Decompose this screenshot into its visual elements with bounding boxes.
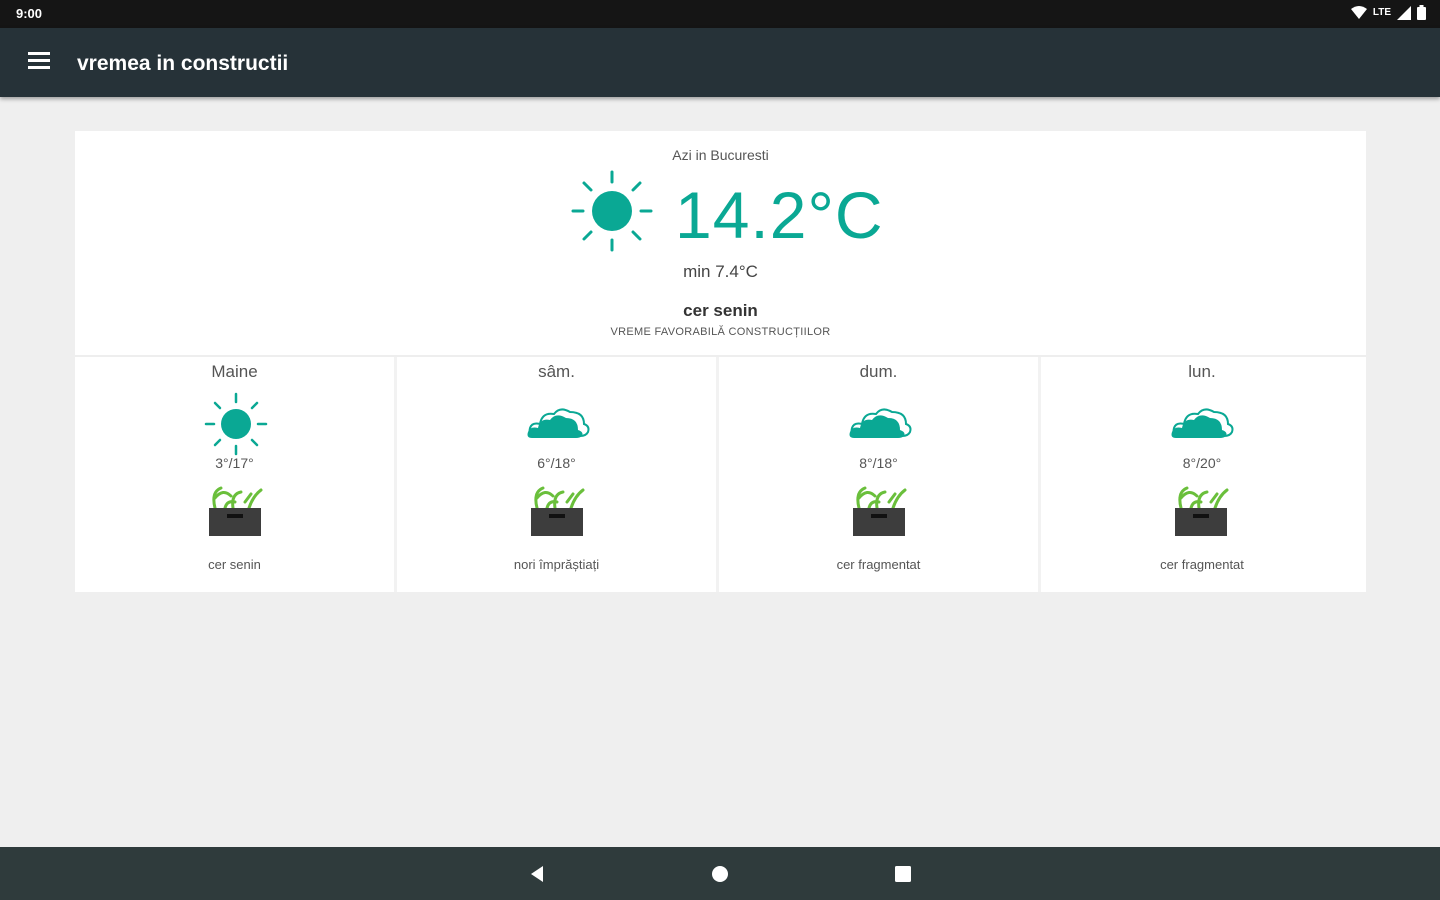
forecast-day-name: dum. (859, 362, 898, 381)
home-icon[interactable] (709, 863, 731, 885)
forecast-day[interactable]: Maine 3°/17° cer senin (75, 357, 397, 592)
navigation-bar (0, 847, 1440, 900)
cloud-icon (527, 408, 590, 438)
sun-icon (204, 392, 268, 456)
forecast-list: Maine 3°/17° cer senin sâm. 6°/18° nori … (75, 357, 1366, 592)
forecast-temperature-range: 8°/20° (1182, 455, 1222, 471)
forecast-day-name: sâm. (538, 362, 575, 381)
plant-box-icon (209, 486, 263, 536)
signal-icon (1397, 5, 1411, 20)
app-bar: vremea in constructii (0, 28, 1440, 97)
current-condition: cer senin (683, 301, 758, 320)
forecast-description: cer fragmentat (836, 557, 921, 572)
status-time: 9:00 (16, 6, 43, 21)
cloud-icon (849, 408, 912, 438)
today-section: Azi in Bucuresti 14.2°C min 7.4°C cer se… (75, 131, 1366, 357)
status-bar: 9:00 LTE (0, 0, 1440, 28)
weather-card: Azi in Bucuresti 14.2°C min 7.4°C cer se… (75, 131, 1366, 592)
forecast-day-name: lun. (1188, 362, 1216, 381)
forecast-description: cer fragmentat (1160, 557, 1244, 572)
min-temperature: min 7.4°C (683, 262, 758, 281)
current-temperature: 14.2°C (675, 178, 884, 252)
recents-icon[interactable] (892, 863, 914, 885)
construction-verdict: VREME FAVORABILĂ CONSTRUCȚIILOR (610, 326, 831, 338)
forecast-temperature-range: 8°/18° (859, 455, 898, 471)
forecast-temperature-range: 3°/17° (215, 455, 254, 471)
forecast-day[interactable]: dum. 8°/18° cer fragmentat (719, 357, 1041, 592)
forecast-description: nori împrăștiați (513, 557, 600, 572)
forecast-day-name: Maine (211, 362, 258, 381)
status-icons: LTE (1350, 5, 1426, 20)
hamburger-menu-icon[interactable] (28, 52, 54, 74)
plant-box-icon (853, 486, 907, 536)
forecast-temperature-range: 6°/18° (537, 455, 576, 471)
back-icon[interactable] (527, 863, 549, 885)
app-title: vremea in constructii (77, 52, 289, 75)
sun-icon (571, 170, 653, 252)
network-type: LTE (1372, 7, 1391, 18)
forecast-day[interactable]: sâm. 6°/18° nori împrăștiați (397, 357, 719, 592)
plant-box-icon (531, 486, 585, 536)
forecast-day[interactable]: lun. 8°/20° cer fragmentat (1041, 357, 1363, 592)
cloud-icon (1171, 408, 1234, 438)
wifi-icon (1350, 5, 1367, 19)
forecast-description: cer senin (208, 557, 261, 572)
battery-icon (1417, 5, 1426, 20)
plant-box-icon (1175, 486, 1229, 536)
location-label: Azi in Bucuresti (672, 147, 769, 163)
